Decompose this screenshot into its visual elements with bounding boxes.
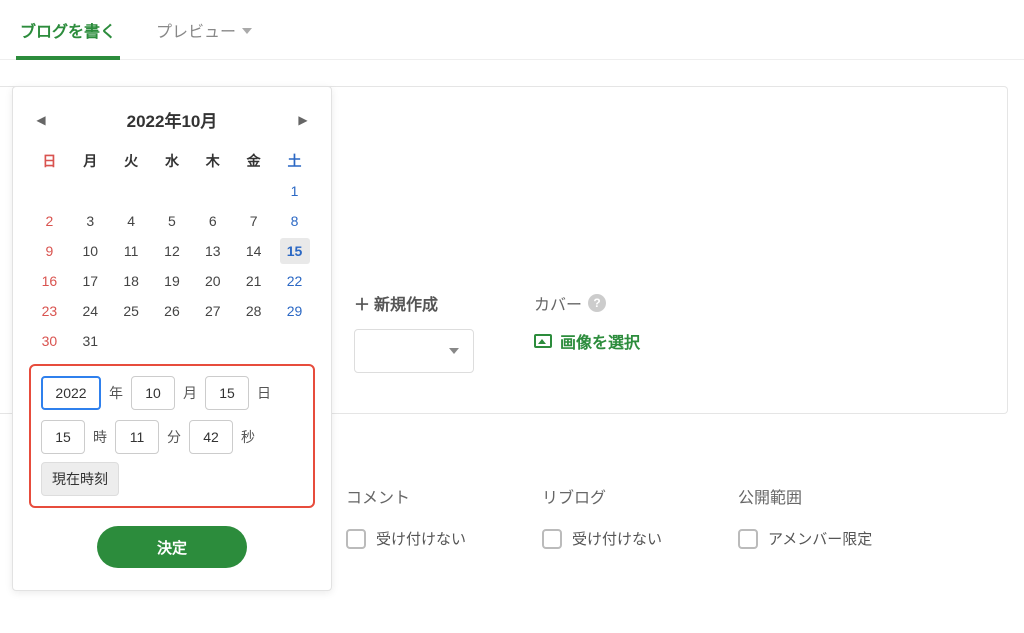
calendar-day[interactable]: 15: [274, 236, 315, 266]
year-unit: 年: [109, 383, 123, 403]
tab-write[interactable]: ブログを書く: [20, 0, 116, 59]
checkbox-icon: [738, 529, 758, 549]
calendar-day[interactable]: 4: [111, 206, 152, 236]
tab-preview-label: プレビュー: [156, 18, 236, 42]
minute-input[interactable]: [115, 420, 159, 454]
calendar-day[interactable]: 9: [29, 236, 70, 266]
checkbox-icon: [542, 529, 562, 549]
calendar-day[interactable]: 31: [70, 326, 111, 356]
datetime-popup: ◀ 2022年10月 ▶ 日月火水木金土 1234567891011121314…: [12, 86, 332, 591]
post-settings-row: コメント 受け付けない リブログ 受け付けない 公開範囲 アメンバー限定: [346, 484, 872, 549]
select-image-label: 画像を選択: [560, 329, 640, 353]
hour-input[interactable]: [41, 420, 85, 454]
calendar-day[interactable]: 13: [192, 236, 233, 266]
visibility-cb-label: アメンバー限定: [768, 528, 872, 549]
confirm-button[interactable]: 決定: [97, 526, 247, 568]
visibility-label: 公開範囲: [738, 484, 872, 508]
reblog-disable-checkbox[interactable]: 受け付けない: [542, 528, 662, 549]
calendar-day[interactable]: 22: [274, 266, 315, 296]
month-input[interactable]: [131, 376, 175, 410]
calendar-day[interactable]: 5: [152, 206, 193, 236]
calendar-day: [233, 326, 274, 356]
calendar-day[interactable]: 29: [274, 296, 315, 326]
calendar-day[interactable]: 8: [274, 206, 315, 236]
calendar-day: [152, 176, 193, 206]
help-icon[interactable]: ?: [588, 294, 606, 312]
calendar-day[interactable]: 20: [192, 266, 233, 296]
calendar-day[interactable]: 26: [152, 296, 193, 326]
comment-label: コメント: [346, 484, 466, 508]
calendar-dow: 日: [29, 146, 70, 176]
reblog-label: リブログ: [542, 484, 662, 508]
calendar-day[interactable]: 18: [111, 266, 152, 296]
calendar-grid: 日月火水木金土 12345678910111213141516171819202…: [29, 146, 315, 356]
new-create-link[interactable]: ＋ 新規作成: [354, 291, 474, 315]
calendar-dow: 土: [274, 146, 315, 176]
calendar-day: [192, 176, 233, 206]
checkbox-icon: [346, 529, 366, 549]
now-button[interactable]: 現在時刻: [41, 462, 119, 496]
calendar-dow: 水: [152, 146, 193, 176]
calendar-day[interactable]: 11: [111, 236, 152, 266]
second-input[interactable]: [189, 420, 233, 454]
calendar-day[interactable]: 21: [233, 266, 274, 296]
calendar-day[interactable]: 3: [70, 206, 111, 236]
calendar-title: 2022年10月: [127, 107, 218, 132]
calendar-dow: 木: [192, 146, 233, 176]
tab-preview[interactable]: プレビュー: [156, 0, 252, 59]
comment-disable-checkbox[interactable]: 受け付けない: [346, 528, 466, 549]
calendar-day[interactable]: 19: [152, 266, 193, 296]
calendar-day[interactable]: 10: [70, 236, 111, 266]
visibility-member-checkbox[interactable]: アメンバー限定: [738, 528, 872, 549]
year-input[interactable]: [41, 376, 101, 410]
image-icon: [534, 334, 552, 348]
calendar-day: [111, 326, 152, 356]
calendar-day: [111, 176, 152, 206]
calendar-day[interactable]: 28: [233, 296, 274, 326]
calendar-day[interactable]: 23: [29, 296, 70, 326]
next-month-button[interactable]: ▶: [291, 108, 315, 132]
calendar-dow: 金: [233, 146, 274, 176]
minute-unit: 分: [167, 427, 181, 447]
calendar-day[interactable]: 16: [29, 266, 70, 296]
calendar-dow: 火: [111, 146, 152, 176]
calendar-day: [29, 176, 70, 206]
calendar-dow: 月: [70, 146, 111, 176]
calendar-day: [233, 176, 274, 206]
calendar-day[interactable]: 25: [111, 296, 152, 326]
month-unit: 月: [183, 383, 197, 403]
calendar-day[interactable]: 6: [192, 206, 233, 236]
chevron-down-icon: [449, 348, 459, 354]
calendar-day[interactable]: 30: [29, 326, 70, 356]
calendar-day[interactable]: 12: [152, 236, 193, 266]
calendar-day: [70, 176, 111, 206]
chevron-down-icon: [242, 21, 252, 39]
calendar-day[interactable]: 7: [233, 206, 274, 236]
cover-label-text: カバー: [534, 291, 582, 315]
calendar-day[interactable]: 27: [192, 296, 233, 326]
category-select[interactable]: [354, 329, 474, 373]
day-unit: 日: [257, 383, 271, 403]
plus-icon: ＋: [354, 291, 370, 315]
calendar-day: [152, 326, 193, 356]
day-input[interactable]: [205, 376, 249, 410]
calendar-day[interactable]: 24: [70, 296, 111, 326]
calendar-day[interactable]: 2: [29, 206, 70, 236]
new-create-label: 新規作成: [374, 291, 438, 315]
cover-label: カバー ?: [534, 291, 640, 315]
calendar-day: [192, 326, 233, 356]
prev-month-button[interactable]: ◀: [29, 108, 53, 132]
editor-tabs: ブログを書く プレビュー: [0, 0, 1024, 60]
calendar-day[interactable]: 1: [274, 176, 315, 206]
datetime-input-block: 年 月 日 時 分 秒 現在時刻: [29, 364, 315, 508]
second-unit: 秒: [241, 427, 255, 447]
calendar-day[interactable]: 17: [70, 266, 111, 296]
reblog-cb-label: 受け付けない: [572, 528, 662, 549]
calendar-day[interactable]: 14: [233, 236, 274, 266]
calendar-day: [274, 326, 315, 356]
comment-cb-label: 受け付けない: [376, 528, 466, 549]
hour-unit: 時: [93, 427, 107, 447]
select-image-button[interactable]: 画像を選択: [534, 329, 640, 353]
